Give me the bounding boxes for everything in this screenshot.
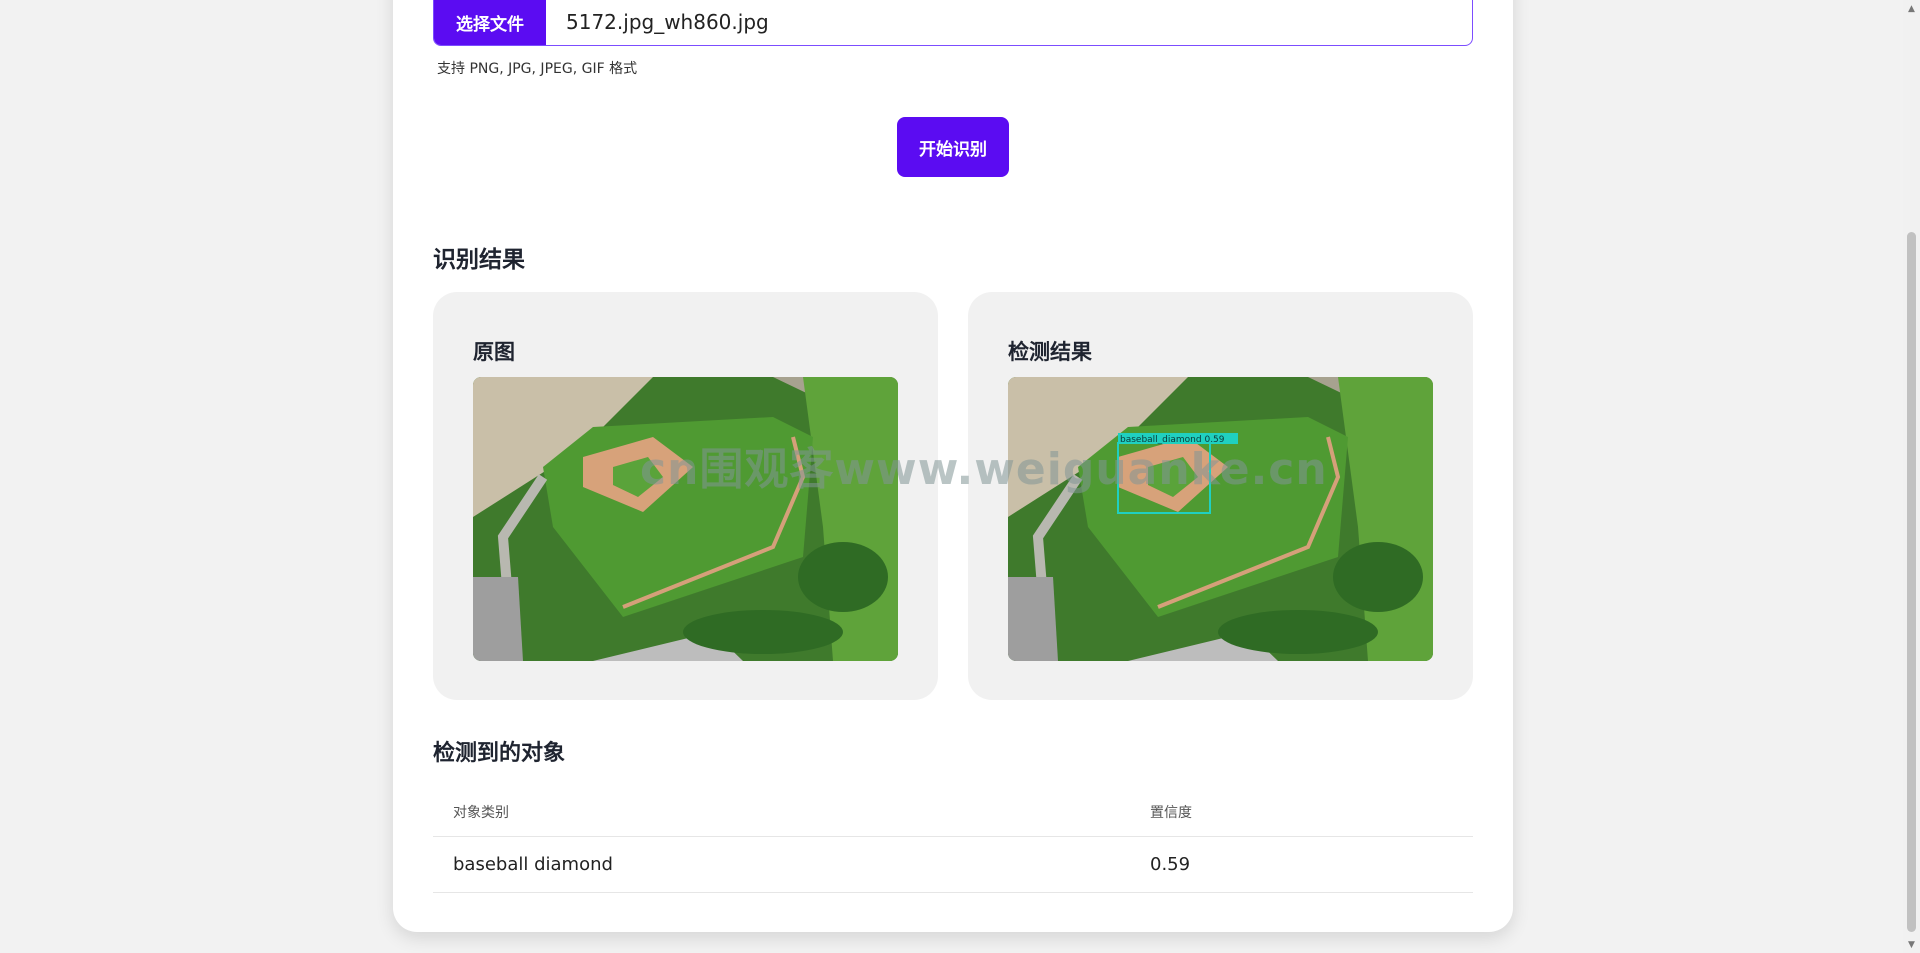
original-title: 原图 xyxy=(473,340,515,364)
file-input[interactable]: 选择文件 5172.jpg_wh860.jpg xyxy=(433,0,1473,46)
watermark: cn围观客www.weiguanke.cn xyxy=(640,444,1328,495)
detected-title: 检测结果 xyxy=(1008,340,1092,364)
header-category: 对象类别 xyxy=(453,804,509,821)
objects-table: 对象类别 置信度 baseball diamond 0.59 xyxy=(433,787,1473,893)
scroll-up-icon[interactable]: ▲ xyxy=(1903,0,1920,17)
original-image xyxy=(473,377,898,661)
detected-image: baseball_diamond 0.59 xyxy=(1008,377,1433,661)
table-header: 对象类别 置信度 xyxy=(433,787,1473,837)
scroll-down-icon[interactable]: ▼ xyxy=(1903,936,1920,953)
results-title: 识别结果 xyxy=(433,247,525,273)
row-confidence: 0.59 xyxy=(1150,854,1191,875)
choose-file-button[interactable]: 选择文件 xyxy=(434,0,546,45)
start-recognition-button[interactable]: 开始识别 xyxy=(897,117,1009,177)
row-category: baseball diamond xyxy=(453,854,613,875)
scroll-thumb[interactable] xyxy=(1907,232,1916,932)
objects-title: 检测到的对象 xyxy=(433,741,566,766)
format-hint: 支持 PNG, JPG, JPEG, GIF 格式 xyxy=(437,61,638,77)
file-name: 5172.jpg_wh860.jpg xyxy=(566,10,769,34)
scrollbar[interactable]: ▲ ▼ xyxy=(1903,0,1920,953)
table-row: baseball diamond 0.59 xyxy=(433,837,1473,893)
header-confidence: 置信度 xyxy=(1150,804,1192,821)
